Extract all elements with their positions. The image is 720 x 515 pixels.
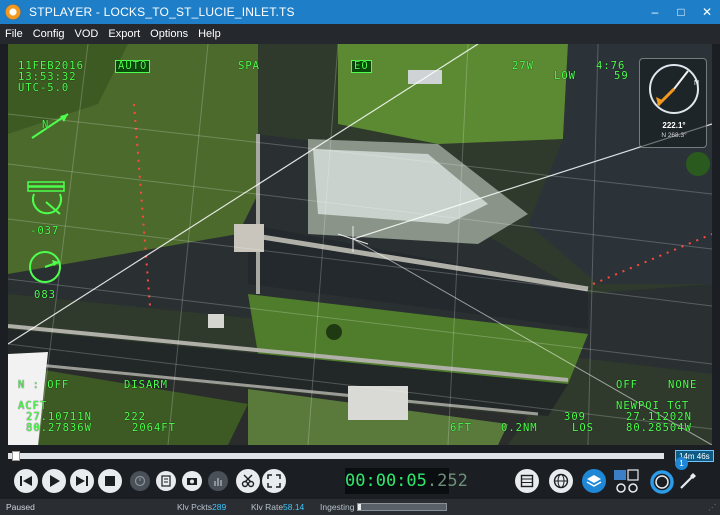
klv-rate-label: Klv Rate bbox=[251, 502, 284, 512]
hud-target-lon: 80.28504W bbox=[626, 422, 692, 434]
hud-sensor: SPA bbox=[238, 60, 260, 72]
layers-icon bbox=[586, 475, 602, 487]
video-viewport[interactable]: 11FEB2016 13:53:32 UTC-5.0 AUTO SPA EO 2… bbox=[8, 44, 712, 445]
alarm-clock-icon bbox=[134, 475, 146, 487]
menu-export[interactable]: Export bbox=[103, 28, 145, 40]
klv-packets-label: Klv Pckts bbox=[177, 502, 212, 512]
hud-los-label: LOS bbox=[572, 422, 594, 434]
magic-wand-icon bbox=[680, 473, 696, 489]
hud-north-label: N bbox=[42, 119, 50, 131]
timeline-track[interactable] bbox=[8, 453, 664, 459]
hud-fov: 27W bbox=[512, 60, 534, 72]
ingest-progress-bar bbox=[357, 503, 447, 511]
clip-button[interactable] bbox=[236, 469, 260, 493]
stop-button[interactable] bbox=[98, 469, 122, 493]
playback-controls: 00:00:05.252 1 bbox=[0, 457, 720, 499]
hud-slant-range: 0.2NM bbox=[501, 422, 538, 434]
map-button[interactable] bbox=[549, 469, 573, 493]
maximize-button[interactable]: □ bbox=[668, 0, 694, 24]
bar-chart-icon bbox=[214, 478, 222, 486]
camera-icon bbox=[187, 478, 197, 485]
table-icon bbox=[520, 474, 534, 488]
menu-help[interactable]: Help bbox=[193, 28, 226, 40]
timecode-display: 00:00:05.252 bbox=[345, 468, 468, 494]
fullscreen-button[interactable] bbox=[262, 469, 286, 493]
svg-text:N: N bbox=[694, 80, 699, 87]
menu-config[interactable]: Config bbox=[28, 28, 70, 40]
skip-forward-icon bbox=[76, 476, 88, 486]
hud-acft-alt: 2064FT bbox=[132, 422, 176, 434]
playback-state: Paused bbox=[6, 502, 35, 512]
hud-track-value: NONE bbox=[668, 379, 698, 391]
hud-eo-badge: EO bbox=[351, 60, 372, 73]
menu-bar: File Config VOD Export Options Help bbox=[0, 24, 720, 44]
expand-icon bbox=[267, 474, 281, 488]
play-button[interactable] bbox=[42, 469, 66, 493]
compass-widget[interactable]: N 222.1° N 268.3° bbox=[639, 58, 707, 148]
close-button[interactable]: ✕ bbox=[694, 0, 720, 24]
sync-button[interactable] bbox=[649, 469, 675, 495]
hud-zoom-bottom: 59 bbox=[614, 70, 629, 82]
compass-subheading: N 268.3° bbox=[661, 132, 687, 139]
window-title: STPLAYER - LOCKS_TO_ST_LUCIE_INLET.TS bbox=[29, 5, 295, 19]
hud-elevation: -037 bbox=[30, 225, 60, 237]
hud-nuc-state: N : OFF bbox=[18, 379, 70, 391]
settings-grid-button[interactable] bbox=[612, 468, 642, 496]
grid-settings-icon bbox=[614, 469, 639, 493]
menu-file[interactable]: File bbox=[0, 28, 28, 40]
gimbal-elevation-icon bbox=[27, 181, 65, 215]
edit-button[interactable] bbox=[678, 471, 698, 491]
timeline-scrubber[interactable] bbox=[12, 451, 20, 461]
hud-mode-badge: AUTO bbox=[115, 60, 151, 73]
hud-utc: UTC-5.0 bbox=[18, 82, 70, 94]
metadata-table-button[interactable] bbox=[515, 469, 539, 493]
globe-icon bbox=[553, 473, 569, 489]
layers-button[interactable] bbox=[582, 469, 606, 493]
minimize-button[interactable]: – bbox=[642, 0, 668, 24]
compass-rose-icon: N bbox=[649, 64, 699, 114]
scissors-icon bbox=[241, 474, 255, 488]
book-icon bbox=[161, 475, 171, 487]
hud-target-height: 6FT bbox=[450, 422, 472, 434]
play-icon bbox=[50, 475, 60, 487]
notification-badge: 1 bbox=[675, 457, 688, 470]
refresh-icon bbox=[650, 470, 674, 494]
menu-options[interactable]: Options bbox=[145, 28, 193, 40]
north-arrow-icon bbox=[31, 113, 69, 139]
timeline-bar: 14m 46s bbox=[0, 449, 720, 463]
timecode-milliseconds: .252 bbox=[426, 471, 468, 491]
hud-track-state: OFF bbox=[616, 379, 638, 391]
chart-button[interactable] bbox=[208, 471, 228, 491]
skip-back-icon bbox=[20, 476, 32, 486]
hud-acft-lon: 80.27836W bbox=[26, 422, 92, 434]
bookmark-button[interactable] bbox=[156, 471, 176, 491]
hud-azimuth: 083 bbox=[34, 289, 56, 301]
status-bar: Paused Klv Pckts 289 Klv Rate 58.14 Inge… bbox=[0, 499, 720, 515]
skip-forward-button[interactable] bbox=[70, 469, 94, 493]
aerial-scene bbox=[8, 44, 712, 445]
alarm-button[interactable] bbox=[130, 471, 150, 491]
title-bar: STPLAYER - LOCKS_TO_ST_LUCIE_INLET.TS – … bbox=[0, 0, 720, 24]
klv-rate-value: 58.14 bbox=[283, 502, 305, 512]
klv-packets-value: 289 bbox=[212, 502, 227, 512]
hud-level: LOW bbox=[554, 70, 576, 82]
resize-grip-icon: ⋰ bbox=[708, 502, 717, 512]
app-logo-icon bbox=[5, 4, 21, 20]
ingesting-label: Ingesting bbox=[320, 502, 355, 512]
menu-vod[interactable]: VOD bbox=[70, 28, 104, 40]
skip-back-button[interactable] bbox=[14, 469, 38, 493]
snapshot-button[interactable] bbox=[182, 471, 202, 491]
compass-heading: 222.1° bbox=[662, 121, 686, 130]
stop-icon bbox=[105, 476, 115, 486]
timecode-main: 00:00:05 bbox=[345, 471, 427, 491]
gimbal-azimuth-icon bbox=[29, 251, 61, 283]
hud-laser-state: DISARM bbox=[124, 379, 168, 391]
